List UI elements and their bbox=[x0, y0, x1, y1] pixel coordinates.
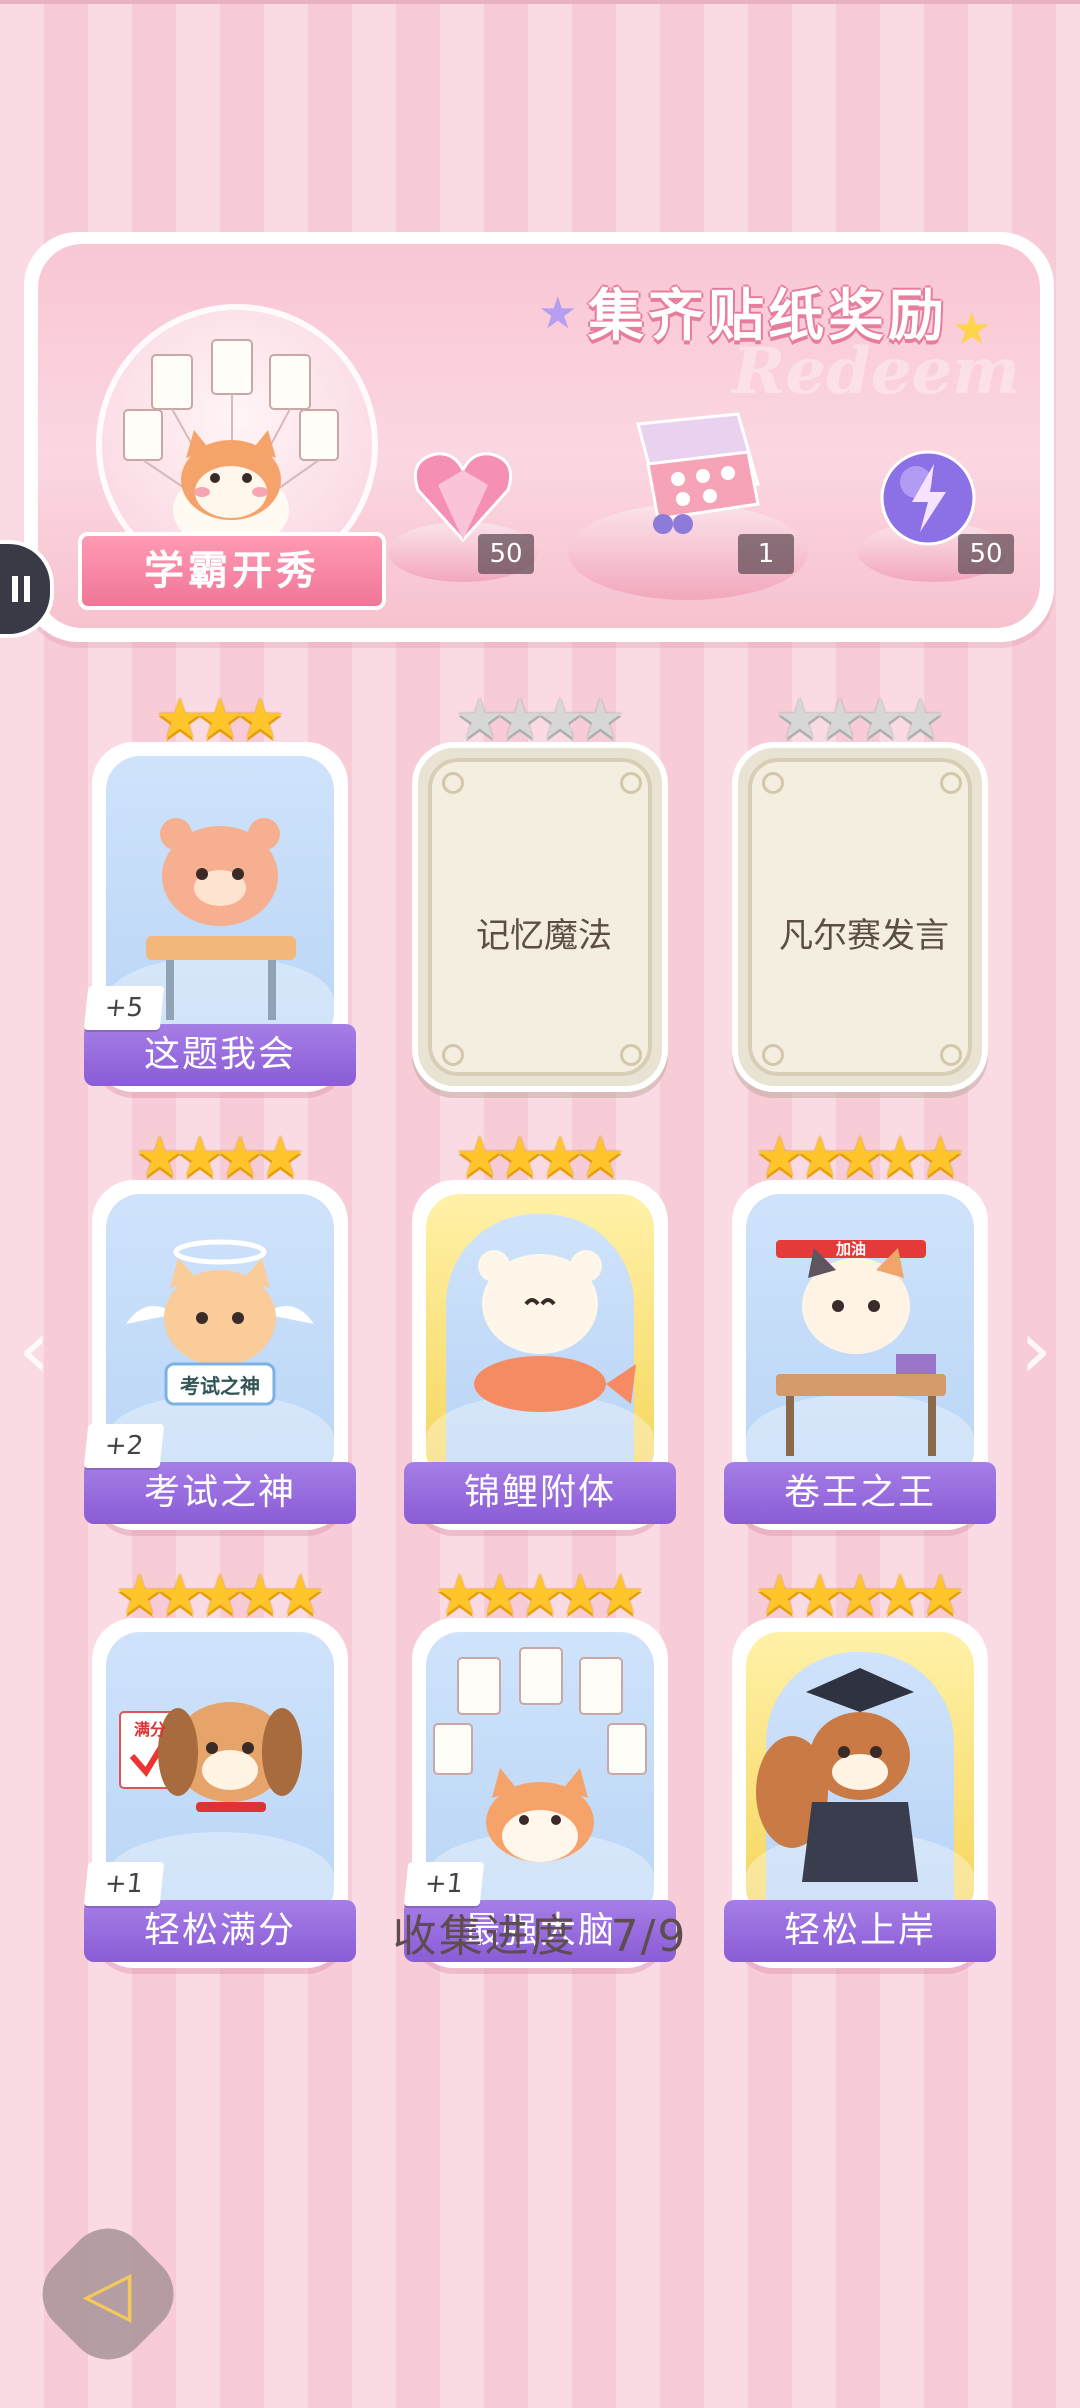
collection-progress: 收集进度 7/9 bbox=[0, 1900, 1080, 1964]
frame-corner-ornament bbox=[940, 1044, 962, 1066]
frame-corner-ornament bbox=[940, 772, 962, 794]
progress-value: 7/9 bbox=[610, 1911, 688, 1962]
reward-count: 1 bbox=[738, 534, 794, 574]
star-rating: ★★★★★ bbox=[732, 1566, 988, 1626]
pause-icon bbox=[12, 576, 30, 602]
frame-corner-ornament bbox=[620, 1044, 642, 1066]
sticker-art: 加油 bbox=[746, 1194, 974, 1484]
left-arrow-icon[interactable]: ‹ bbox=[18, 1310, 50, 1390]
sticker-name-label: 考试之神 bbox=[84, 1462, 356, 1524]
star-rating: ★★★★★ bbox=[732, 1128, 988, 1188]
locked-sticker-name: 凡尔赛发言 bbox=[779, 916, 949, 956]
reward-count: 50 bbox=[478, 534, 534, 574]
top-edge bbox=[0, 0, 1080, 4]
bear-with-koi-icon bbox=[474, 1250, 636, 1412]
gift-box-icon[interactable] bbox=[618, 404, 768, 544]
duplicate-count-badge: +2 bbox=[83, 1424, 165, 1468]
grey-star-icon: ★ bbox=[575, 687, 626, 752]
duplicate-count-badge: +5 bbox=[83, 986, 165, 1030]
star-rating: ★★★★ bbox=[732, 690, 988, 750]
gold-star-icon: ★ bbox=[235, 687, 286, 752]
banner-title: 集齐贴纸奖励 bbox=[588, 284, 948, 349]
star-rating: ★★★★ bbox=[412, 1128, 668, 1188]
frame-corner-ornament bbox=[762, 1044, 784, 1066]
cat-studying-icon bbox=[776, 1240, 946, 1456]
star-rating: ★★★★★ bbox=[412, 1566, 668, 1626]
star-rating: ★★★ bbox=[92, 690, 348, 750]
reward-banner-inner: Redeem ★ 集齐贴纸奖励 ★ 学霸开秀 50 1 50 bbox=[38, 244, 1040, 628]
squirrel-graduate-icon bbox=[756, 1668, 918, 1882]
gold-star-icon: ★ bbox=[575, 1125, 626, 1190]
gold-star-icon: ★ bbox=[915, 1125, 966, 1190]
sticker-card[interactable]: ★★★★ 考试之神 考试之神 +2 bbox=[83, 1128, 356, 1530]
frame-corner-ornament bbox=[620, 772, 642, 794]
sticker-art bbox=[426, 1194, 654, 1484]
gold-star-icon: ★ bbox=[915, 1563, 966, 1628]
right-arrow-icon[interactable]: › bbox=[1020, 1310, 1052, 1390]
star-rating: ★★★★ bbox=[412, 690, 668, 750]
reward-banner: Redeem ★ 集齐贴纸奖励 ★ 学霸开秀 50 1 50 bbox=[24, 232, 1054, 642]
sticker-art bbox=[746, 1632, 974, 1922]
sticker-card[interactable]: ★★★★ 记忆魔法 bbox=[412, 690, 668, 1092]
locked-sticker-panel: 凡尔赛发言 bbox=[748, 758, 972, 1076]
locked-sticker-panel: 记忆魔法 bbox=[428, 758, 652, 1076]
frame-corner-ornament bbox=[762, 772, 784, 794]
grey-star-icon: ★ bbox=[895, 687, 946, 752]
sticker-name-label: 锦鲤附体 bbox=[404, 1462, 676, 1524]
sticker-card[interactable]: ★★★★ 凡尔赛发言 bbox=[732, 690, 988, 1092]
progress-label: 收集进度 bbox=[392, 1911, 577, 1962]
cat-with-papers-icon bbox=[123, 339, 339, 550]
gold-star-icon: ★ bbox=[275, 1563, 326, 1628]
badge-label: 学霸开秀 bbox=[78, 532, 386, 610]
frame-corner-ornament bbox=[442, 772, 464, 794]
sticker-card[interactable]: ★★★ 这题我会 +5 bbox=[83, 690, 356, 1092]
reward-count: 50 bbox=[958, 534, 1014, 574]
gold-star-icon: ★ bbox=[255, 1125, 306, 1190]
banner-title-area: ★ 集齐贴纸奖励 ★ bbox=[538, 272, 998, 362]
sticker-card[interactable]: ★★★★★ 加油卷王之王 bbox=[724, 1128, 996, 1530]
yellow-star-icon: ★ bbox=[952, 304, 992, 355]
sticker-card[interactable]: ★★★★ 锦鲤附体 bbox=[404, 1128, 676, 1530]
sticker-name-label: 这题我会 bbox=[84, 1024, 356, 1086]
star-rating: ★★★★★ bbox=[92, 1566, 348, 1626]
gold-star-icon: ★ bbox=[595, 1563, 646, 1628]
locked-sticker-name: 记忆魔法 bbox=[476, 916, 612, 956]
purple-star-icon: ★ bbox=[538, 288, 578, 339]
sticker-sign-text: 满分 bbox=[133, 1720, 166, 1739]
star-rating: ★★★★ bbox=[92, 1128, 348, 1188]
sticker-name-label: 卷王之王 bbox=[724, 1462, 996, 1524]
frame-corner-ornament bbox=[442, 1044, 464, 1066]
back-arrow-icon[interactable]: ◁ bbox=[62, 2254, 152, 2334]
headband-text: 加油 bbox=[835, 1240, 866, 1258]
sticker-sign-text: 考试之神 bbox=[180, 1374, 260, 1398]
